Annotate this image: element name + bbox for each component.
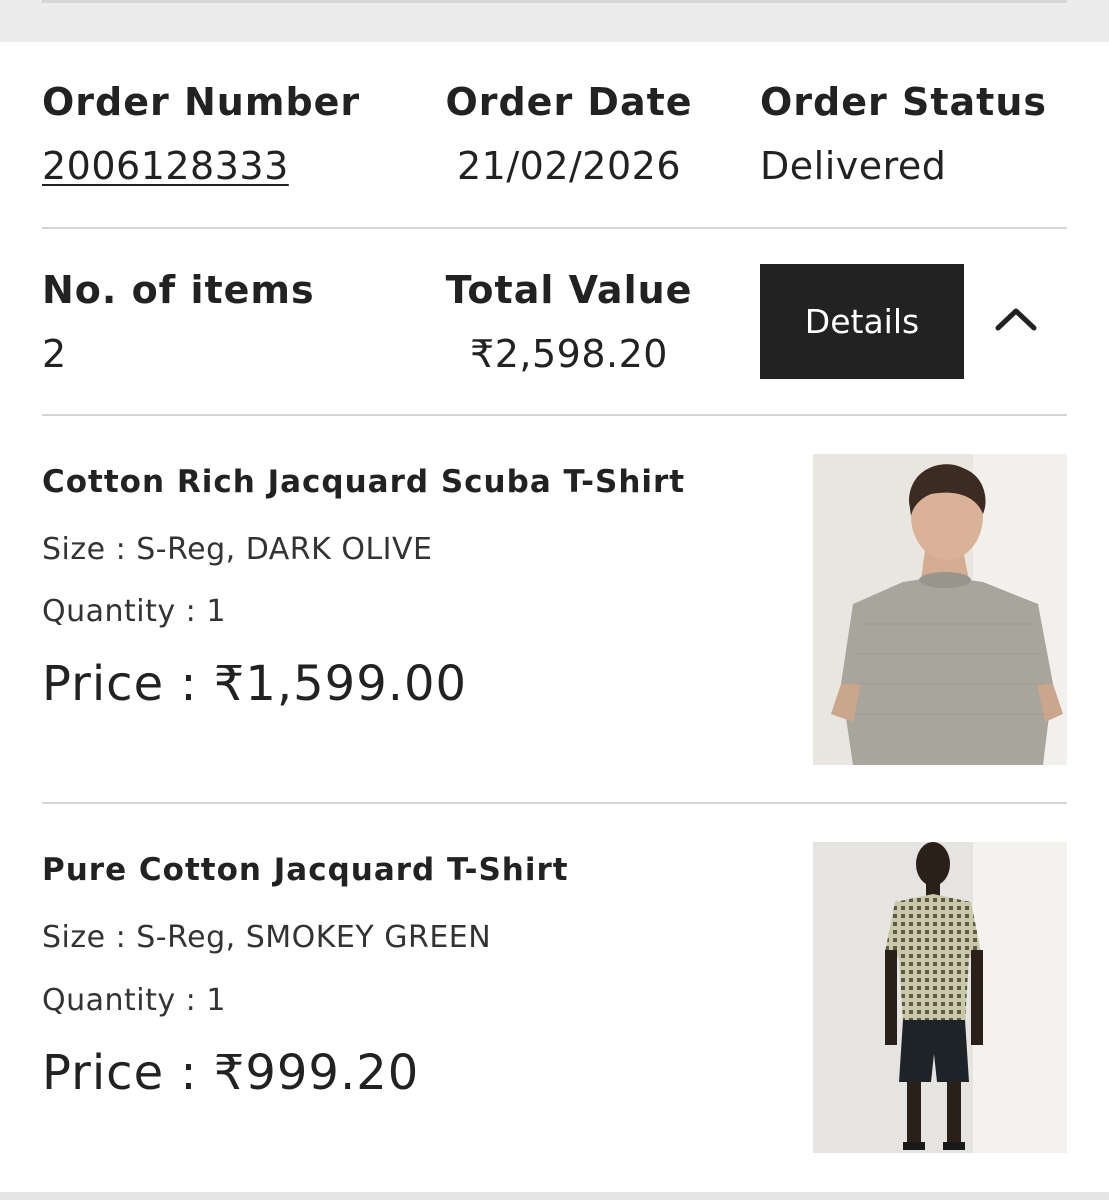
order-status-value: Delivered	[760, 144, 947, 188]
product-image[interactable]	[813, 842, 1067, 1153]
total-value-label: Total Value	[445, 268, 693, 312]
items-count-label: No. of items	[42, 268, 315, 312]
order-number-link[interactable]: 2006128333	[42, 144, 289, 188]
previous-card-edge	[0, 0, 1109, 42]
order-status-label: Order Status	[760, 80, 1047, 124]
order-card: Order Number 2006128333 Order Date 21/02…	[0, 42, 1109, 1192]
order-date-value: 21/02/2026	[456, 144, 682, 188]
total-value-amount: ₹2,598.20	[470, 332, 668, 376]
order-number-label: Order Number	[42, 80, 361, 124]
item-price: Price : ₹999.20	[42, 1045, 420, 1101]
page-bottom-edge	[0, 1192, 1109, 1200]
item-price: Price : ₹1,599.00	[42, 656, 468, 712]
item-size: Size : S-Reg, SMOKEY GREEN	[42, 920, 492, 955]
item-name[interactable]: Pure Cotton Jacquard T-Shirt	[42, 852, 569, 888]
product-image[interactable]	[813, 454, 1067, 765]
divider	[42, 227, 1067, 229]
details-button[interactable]: Details	[760, 264, 964, 379]
items-count-value: 2	[42, 332, 67, 376]
item-name[interactable]: Cotton Rich Jacquard Scuba T-Shirt	[42, 464, 685, 500]
chevron-up-icon[interactable]	[994, 304, 1038, 334]
item-quantity: Quantity : 1	[42, 983, 226, 1018]
divider	[42, 414, 1067, 416]
item-quantity: Quantity : 1	[42, 594, 226, 629]
item-size: Size : S-Reg, DARK OLIVE	[42, 532, 433, 567]
divider	[42, 802, 1067, 804]
order-date-label: Order Date	[445, 80, 693, 124]
